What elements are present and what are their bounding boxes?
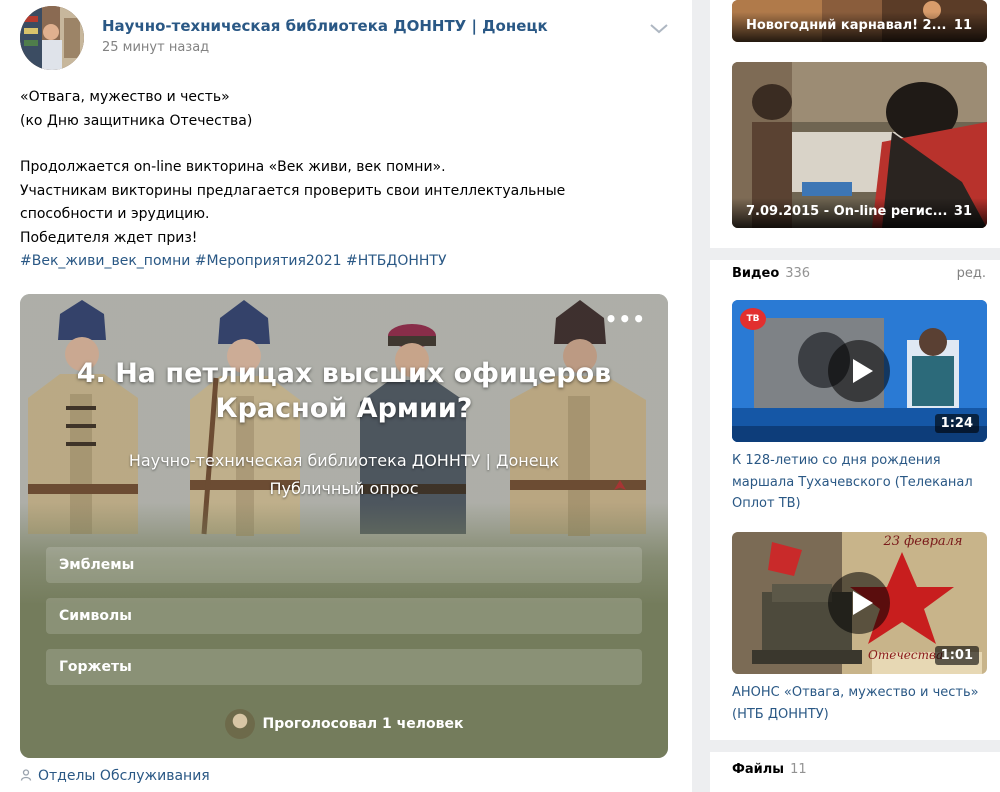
files-label: Файлы [732, 762, 785, 777]
chevron-down-icon[interactable] [648, 20, 670, 36]
files-block: Файлы 11 [710, 752, 1000, 792]
poll-author[interactable]: Научно-техническая библиотека ДОННТУ | Д… [20, 451, 668, 470]
post-header: Научно-техническая библиотека ДОННТУ | Д… [20, 6, 670, 70]
person-icon [20, 769, 32, 781]
photo-album[interactable]: 7.09.2015 - On-line регис... 31 [732, 62, 987, 228]
post-text-line: (ко Дню защитника Отечества) [20, 112, 253, 129]
files-header[interactable]: Файлы 11 [732, 762, 807, 777]
album-title: Новогодний карнавал! 2... [746, 18, 947, 33]
poll-question-line: 4. На петлицах высших офицеров [76, 358, 612, 389]
poll-question: 4. На петлицах высших офицеров Красной А… [20, 356, 668, 426]
voter-avatar[interactable] [224, 709, 255, 739]
video-overlay-text: 23 февраля [883, 534, 963, 549]
play-icon[interactable] [828, 572, 890, 634]
videos-header[interactable]: Видео 336 [732, 266, 810, 281]
post-text-line: «Отвага, мужество и честь» [20, 89, 230, 105]
poll-voters-count: 1 человек [382, 716, 464, 732]
files-count: 11 [790, 762, 807, 777]
post-text-line: Победителя ждет приз! [20, 229, 198, 246]
post-text-line: способности и эрудицию. [20, 206, 210, 222]
album-title: 7.09.2015 - On-line регис... [746, 204, 948, 219]
poll-option[interactable]: Горжеты [46, 649, 642, 685]
video-thumbnail[interactable]: 23 февраля Отечества 1:01 [732, 532, 987, 674]
post-author-link[interactable]: Научно-техническая библиотека ДОННТУ | Д… [102, 17, 548, 35]
more-options-icon[interactable]: ••• [605, 309, 646, 329]
poll-option[interactable]: Символы [46, 598, 642, 634]
video-title-link[interactable]: АНОНС «Отвага, мужество и честь» (НТБ ДО… [732, 682, 982, 725]
album-count: 11 [953, 18, 972, 33]
post-signer[interactable]: Отделы Обслуживания [20, 768, 210, 784]
poll-question-line: Красной Армии? [215, 393, 473, 424]
videos-edit-link[interactable]: ред. [957, 266, 986, 281]
videos-count: 336 [785, 266, 811, 281]
poll-option[interactable]: Эмблемы [46, 547, 642, 583]
album-count: 31 [953, 204, 972, 219]
post-text: «Отвага, мужество и честь» (ко Дню защит… [20, 86, 660, 274]
hashtag-link[interactable]: #Век_живи_век_помни [20, 253, 190, 269]
post-card: Научно-техническая библиотека ДОННТУ | Д… [0, 0, 692, 792]
hashtag-link[interactable]: #Мероприятия2021 [195, 253, 342, 269]
post-text-line: Продолжается on-line викторина «Век живи… [20, 159, 446, 175]
channel-badge: ТВ [740, 308, 766, 330]
play-icon[interactable] [828, 340, 890, 402]
poll-voters-prefix: Проголосовал [262, 716, 378, 732]
videos-block: Видео 336 ред. ТВ 1:24 К 128-летию со дня… [710, 260, 1000, 740]
videos-label: Видео [732, 266, 780, 281]
hashtag-link[interactable]: #НТБДОННТУ [346, 253, 447, 269]
post-signer-name: Отделы Обслуживания [38, 768, 210, 784]
poll-card: ••• 4. На петлицах высших офицеров Красн… [20, 294, 668, 758]
photo-album[interactable]: Новогодний карнавал! 2... 11 [732, 0, 987, 42]
video-duration: 1:01 [934, 646, 979, 665]
video-thumbnail[interactable]: ТВ 1:24 [732, 300, 987, 442]
video-duration: 1:24 [934, 414, 979, 433]
photo-albums-block: Новогодний карнавал! 2... 11 7.09.2015 -… [710, 0, 1000, 248]
post-timestamp[interactable]: 25 минут назад [102, 40, 209, 55]
post-text-line: Участникам викторины предлагается провер… [20, 182, 566, 199]
video-title-link[interactable]: К 128-летию со дня рождения маршала Туха… [732, 450, 982, 515]
poll-voters[interactable]: Проголосовал 1 человек [20, 709, 668, 739]
poll-type: Публичный опрос [269, 479, 419, 498]
community-avatar[interactable] [20, 6, 84, 70]
hashtags: #Век_живи_век_помни #Мероприятия2021 #НТ… [20, 250, 660, 274]
